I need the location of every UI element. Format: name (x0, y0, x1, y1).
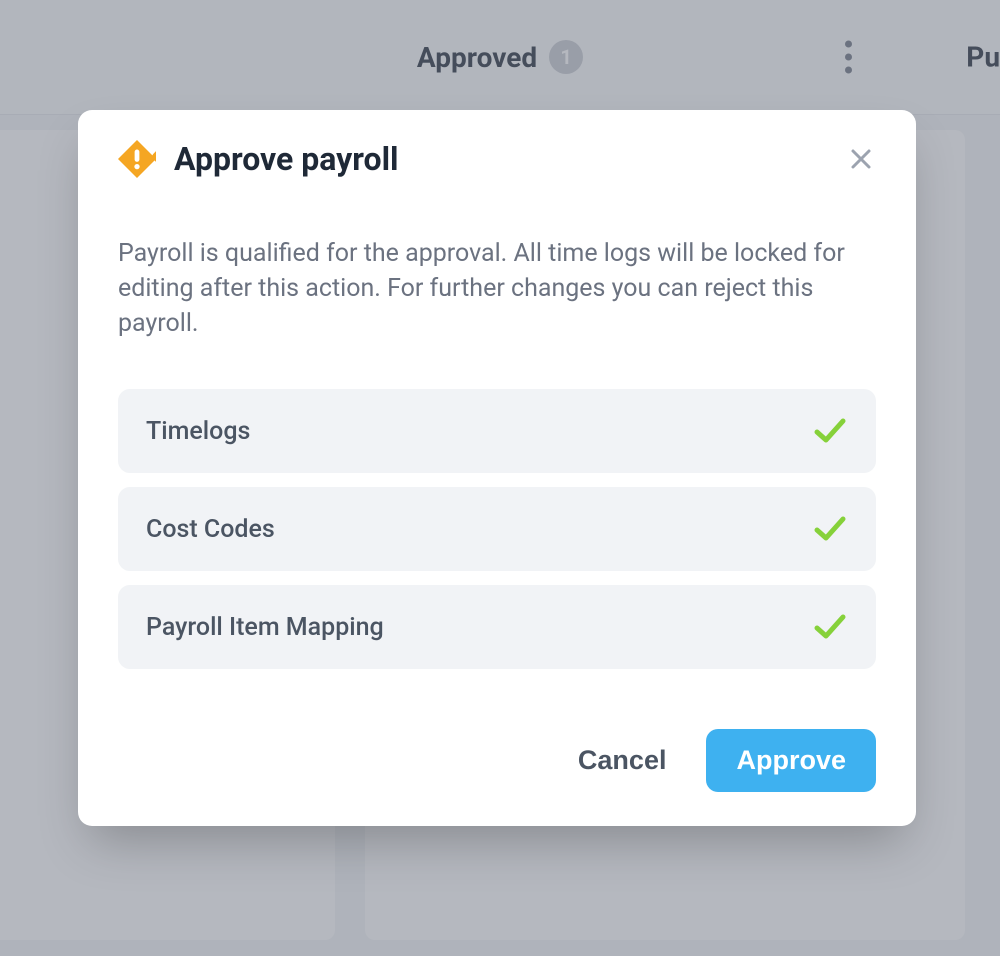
modal-description: Payroll is qualified for the approval. A… (118, 236, 876, 341)
modal-title: Approve payroll (174, 140, 828, 178)
modal-header: Approve payroll (118, 140, 876, 178)
checkmark-icon (812, 511, 848, 547)
check-item-cost-codes: Cost Codes (118, 487, 876, 571)
warning-icon (118, 140, 156, 178)
check-label: Cost Codes (146, 515, 275, 544)
check-label: Payroll Item Mapping (146, 613, 384, 642)
check-item-timelogs: Timelogs (118, 389, 876, 473)
approve-payroll-modal: Approve payroll Payroll is qualified for… (78, 110, 916, 826)
approve-button[interactable]: Approve (706, 729, 876, 792)
close-button[interactable] (846, 144, 876, 174)
check-label: Timelogs (146, 417, 250, 446)
checkmark-icon (812, 609, 848, 645)
check-item-payroll-mapping: Payroll Item Mapping (118, 585, 876, 669)
checkmark-icon (812, 413, 848, 449)
modal-footer: Cancel Approve (118, 729, 876, 792)
close-icon (850, 148, 872, 170)
cancel-button[interactable]: Cancel (568, 729, 677, 792)
check-list: Timelogs Cost Codes Payroll Item Mapping (118, 389, 876, 669)
